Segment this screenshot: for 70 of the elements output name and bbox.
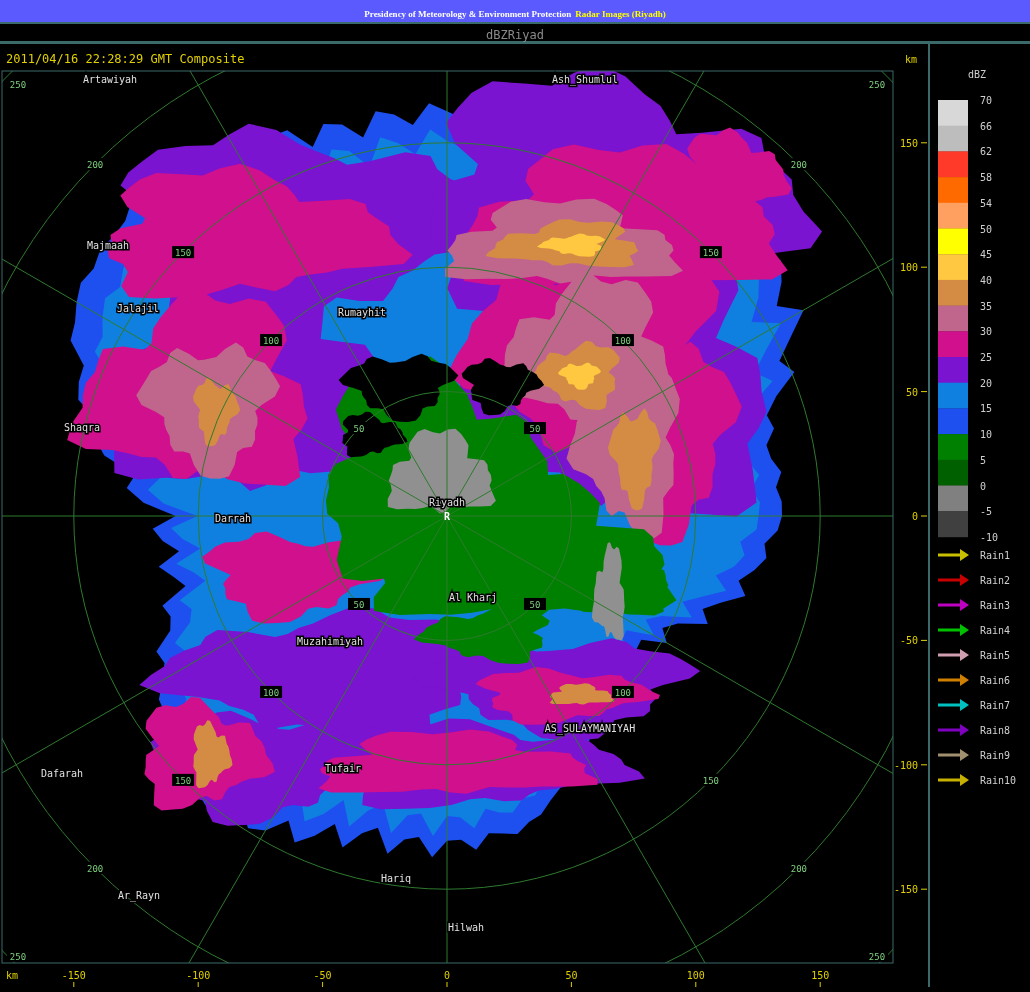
y-tick-label: 50	[905, 386, 918, 398]
y-tick-label: -50	[899, 635, 918, 647]
range-ring-label: 150	[172, 246, 195, 259]
radar-site-marker: R	[444, 511, 450, 522]
place-label: Darrah	[214, 513, 252, 524]
scale-value: 10	[980, 429, 993, 441]
scale-value: 5	[980, 454, 987, 466]
scale-value: 35	[980, 300, 993, 312]
place-label: Jalajil	[116, 303, 160, 314]
place-label: Hilwah	[447, 922, 485, 933]
track-label: Rain10	[980, 775, 1017, 786]
track-label: Rain7	[980, 700, 1011, 711]
scale-value: 66	[980, 120, 993, 132]
range-ring-label: 100	[611, 334, 634, 347]
scale-value: -10	[980, 531, 999, 543]
place-label: Artawiyah	[82, 74, 138, 85]
place-label: Dafarah	[40, 768, 84, 779]
track-label: Rain1	[980, 550, 1011, 561]
x-tick-label: 150	[811, 970, 830, 981]
place-label: Tufair	[324, 763, 362, 774]
timestamp: 2011/04/16 22:28:29 GMT Composite	[6, 52, 245, 66]
place-label: Riyadh	[428, 497, 466, 508]
y-tick-label: 0	[911, 511, 918, 522]
place-label: Rumayhit	[337, 307, 387, 318]
range-ring-label: 150	[699, 246, 722, 259]
track-label: Rain4	[980, 625, 1011, 636]
axis-unit: km	[6, 970, 19, 981]
scale-value: 54	[980, 197, 993, 209]
place-label: Muzahimiyah	[296, 636, 364, 647]
scale-value: 30	[980, 326, 993, 338]
header-title: Presidency of Meteorology & Environment Protection	[364, 8, 572, 21]
scale-value: 45	[980, 249, 993, 261]
x-tick-label: 0	[444, 970, 450, 981]
y-tick-label: -100	[893, 759, 918, 771]
range-ring-label: 50	[523, 422, 546, 435]
x-tick-label: 50	[565, 970, 578, 981]
y-tick-label: 100	[899, 262, 918, 274]
scale-value: 58	[980, 172, 993, 184]
place-label: Majmaah	[86, 240, 130, 251]
header-link[interactable]: Radar Images (Riyadh)	[575, 0, 666, 22]
axis-unit: km	[905, 54, 918, 65]
scale-value: 40	[980, 274, 993, 286]
scale-value: 25	[980, 352, 993, 363]
place-label: Hariq	[380, 873, 412, 884]
x-tick-label: -100	[186, 970, 211, 981]
track-label: Rain5	[980, 650, 1011, 661]
scale-value: 50	[980, 223, 993, 235]
legend-unit: dBZ	[967, 69, 987, 80]
scale-value: 70	[980, 95, 993, 106]
range-ring-label: 250	[7, 78, 29, 90]
x-tick-label: 100	[686, 970, 705, 981]
y-tick-label: 150	[899, 137, 918, 149]
x-tick-label: -50	[313, 970, 332, 981]
track-label: Rain8	[980, 725, 1011, 736]
x-tick-label: -150	[61, 970, 86, 981]
track-label: Rain9	[980, 750, 1011, 761]
track-label: Rain3	[980, 600, 1011, 611]
scale-value: 62	[980, 146, 993, 158]
track-label: Rain6	[980, 675, 1011, 686]
range-ring-label: 100	[260, 334, 283, 347]
place-label: Ar_Rayn	[117, 890, 161, 901]
track-label: Rain2	[980, 575, 1011, 586]
scale-value: -5	[980, 506, 993, 518]
scale-value: 0	[980, 480, 987, 492]
y-tick-label: -150	[893, 884, 918, 896]
range-ring-label: 250	[866, 78, 888, 90]
scale-value: 15	[980, 403, 993, 415]
product-title: dBZRiyad	[486, 27, 544, 41]
place-label: Al Kharj	[448, 592, 498, 603]
scale-value: 20	[980, 377, 993, 389]
